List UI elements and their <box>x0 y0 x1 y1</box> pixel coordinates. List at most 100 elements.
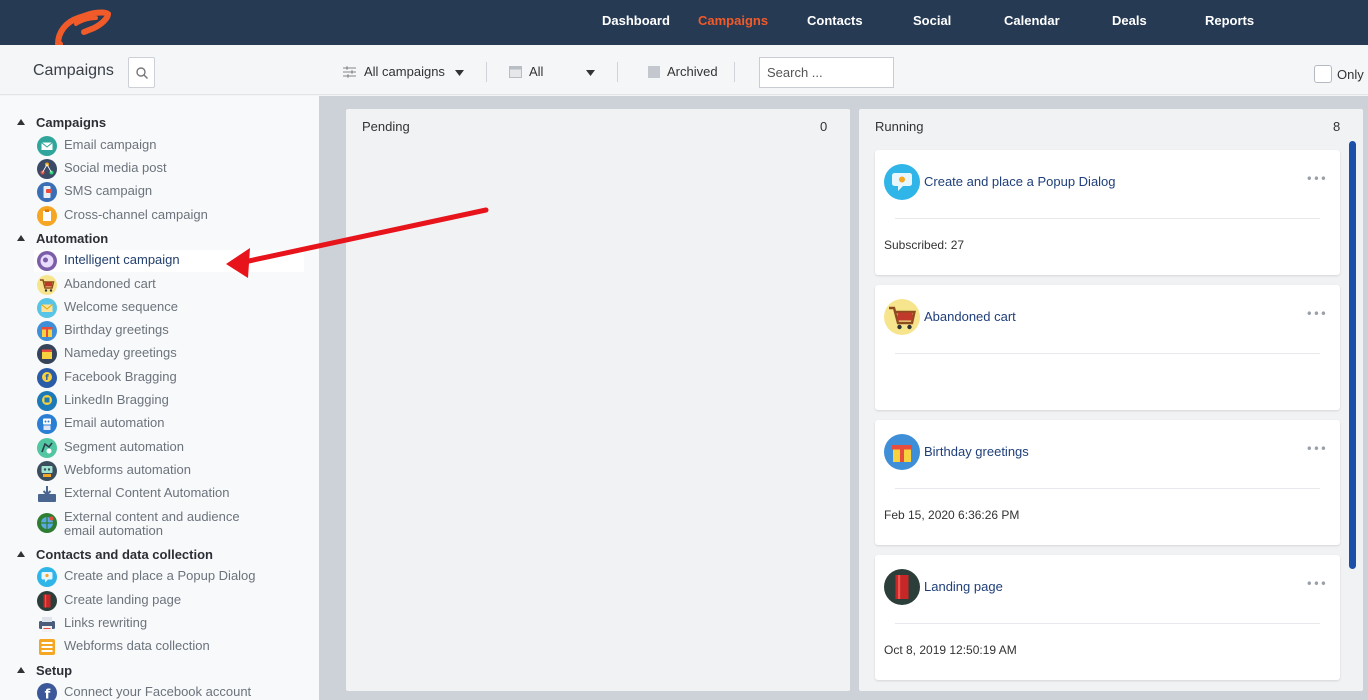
sidebar-section-automation[interactable]: Automation <box>0 230 319 250</box>
sidebar-item-intelligent-campaign[interactable]: Intelligent campaign <box>34 250 304 272</box>
printer-link-icon <box>37 614 57 634</box>
collapse-triangle-icon[interactable] <box>17 235 25 241</box>
more-options-icon[interactable]: ••• <box>1306 172 1327 186</box>
sidebar-item-sms-campaign[interactable]: SMS campaign <box>34 181 304 203</box>
filter-sliders-icon <box>343 66 356 78</box>
campaign-card-title[interactable]: Abandoned cart <box>924 309 1016 324</box>
sidebar-section-contacts-data-collection[interactable]: Contacts and data collection <box>0 546 319 566</box>
sidebar-search-button[interactable] <box>128 57 155 88</box>
card-divider <box>895 218 1320 219</box>
sidebar-item-label: Create landing page <box>64 592 182 607</box>
sidebar-item-webforms-data-collection[interactable]: Webforms data collection <box>34 636 304 658</box>
popup-dialog-icon <box>884 164 920 200</box>
campaign-card[interactable]: Create and place a Popup Dialog ••• Subs… <box>875 150 1340 275</box>
calendar-icon <box>509 66 522 78</box>
card-divider <box>895 353 1320 354</box>
sidebar-item-birthday-greetings[interactable]: Birthday greetings <box>34 320 304 342</box>
chevron-down-icon <box>586 70 595 76</box>
toolbar-divider <box>734 62 735 82</box>
sidebar-item-links-rewriting[interactable]: Links rewriting <box>34 613 304 635</box>
nav-social[interactable]: Social <box>913 13 951 28</box>
campaign-type-filter[interactable]: All campaigns <box>364 64 445 79</box>
sidebar-item-linkedin-bragging[interactable]: LinkedIn Bragging <box>34 390 304 412</box>
collapse-triangle-icon[interactable] <box>17 119 25 125</box>
sidebar-item-external-content-automation[interactable]: External Content Automation <box>34 483 304 505</box>
campaigns-toolbar: Campaigns All campaigns All Archived Onl… <box>0 45 1368 95</box>
gift-icon <box>884 434 920 470</box>
only-checkbox-label[interactable]: Only <box>1337 67 1364 82</box>
gift-icon <box>37 321 57 341</box>
nav-deals[interactable]: Deals <box>1112 13 1147 28</box>
campaign-card[interactable]: Abandoned cart ••• <box>875 285 1340 410</box>
sidebar-item-popup-dialog[interactable]: Create and place a Popup Dialog <box>34 566 304 588</box>
svg-text:f: f <box>45 688 51 700</box>
sidebar-section-campaigns[interactable]: Campaigns <box>0 114 319 134</box>
webform-icon <box>37 637 57 657</box>
campaign-search-input[interactable] <box>759 57 894 88</box>
linkedin-trophy-icon <box>37 391 57 411</box>
nav-campaigns[interactable]: Campaigns <box>698 13 768 28</box>
running-column-scrollbar[interactable] <box>1349 141 1356 569</box>
welcome-envelope-icon <box>37 298 57 318</box>
collapse-triangle-icon[interactable] <box>17 667 25 673</box>
sidebar-item-welcome-sequence[interactable]: Welcome sequence <box>34 297 304 319</box>
sidebar-item-label: Email campaign <box>64 137 157 152</box>
sidebar-item-create-landing-page[interactable]: Create landing page <box>34 590 304 612</box>
nav-dashboard[interactable]: Dashboard <box>602 13 670 28</box>
sidebar-section-label: Setup <box>36 663 73 678</box>
cross-channel-icon <box>37 206 57 226</box>
date-filter[interactable]: All <box>529 64 543 79</box>
archived-toggle-label[interactable]: Archived <box>667 64 718 79</box>
more-options-icon[interactable]: ••• <box>1306 442 1327 456</box>
sidebar-item-label: Connect your Facebook account <box>64 684 252 699</box>
campaign-card-title[interactable]: Create and place a Popup Dialog <box>924 174 1116 189</box>
sidebar-item-label: Welcome sequence <box>64 299 178 314</box>
nav-calendar[interactable]: Calendar <box>1004 13 1060 28</box>
sidebar-section-label: Automation <box>36 231 109 246</box>
rocket-logo-icon[interactable] <box>50 6 112 48</box>
nav-reports[interactable]: Reports <box>1205 13 1254 28</box>
archive-checkbox-icon[interactable] <box>648 66 660 78</box>
more-options-icon[interactable]: ••• <box>1306 307 1327 321</box>
campaign-card[interactable]: Birthday greetings ••• Feb 15, 2020 6:36… <box>875 420 1340 545</box>
sidebar-item-webforms-automation[interactable]: Webforms automation <box>34 460 304 482</box>
sidebar-item-abandoned-cart[interactable]: Abandoned cart <box>34 274 304 296</box>
search-icon <box>136 67 148 79</box>
sidebar-item-label: Email automation <box>64 415 165 430</box>
sidebar-item-facebook-bragging[interactable]: f Facebook Bragging <box>34 367 304 389</box>
sidebar-item-segment-automation[interactable]: Segment automation <box>34 437 304 459</box>
sidebar-section-setup[interactable]: Setup <box>0 662 319 682</box>
more-options-icon[interactable]: ••• <box>1306 577 1327 591</box>
only-checkbox[interactable] <box>1314 65 1332 83</box>
sidebar-item-connect-facebook[interactable]: f Connect your Facebook account <box>34 682 304 700</box>
sidebar-item-nameday-greetings[interactable]: Nameday greetings <box>34 343 304 365</box>
sidebar-item-label: External content and audience email auto… <box>64 509 240 538</box>
chevron-down-icon <box>455 70 464 76</box>
inbox-download-icon <box>37 484 57 504</box>
campaign-card[interactable]: Landing page ••• Oct 8, 2019 12:50:19 AM <box>875 555 1340 680</box>
running-column-title: Running <box>875 119 924 134</box>
collapse-triangle-icon[interactable] <box>17 551 25 557</box>
sidebar-item-external-content-audience-email-automation[interactable]: External content and audience email auto… <box>34 507 304 541</box>
sidebar-item-email-campaign[interactable]: Email campaign <box>34 135 304 157</box>
campaign-type-sidebar: Campaigns Email campaign Social media po… <box>0 96 319 700</box>
sidebar-item-label: Cross-channel campaign <box>64 207 208 222</box>
nav-contacts[interactable]: Contacts <box>807 13 863 28</box>
sidebar-item-label: Create and place a Popup Dialog <box>64 568 256 583</box>
campaign-card-title[interactable]: Landing page <box>924 579 1003 594</box>
top-navbar: Dashboard Campaigns Contacts Social Cale… <box>0 0 1368 48</box>
share-network-icon <box>37 159 57 179</box>
globe-network-icon <box>37 513 57 533</box>
sidebar-item-cross-channel-campaign[interactable]: Cross-channel campaign <box>34 205 304 227</box>
sidebar-item-email-automation[interactable]: Email automation <box>34 413 304 435</box>
campaign-card-title[interactable]: Birthday greetings <box>924 444 1029 459</box>
sidebar-item-label: SMS campaign <box>64 183 153 198</box>
sidebar-item-label: LinkedIn Bragging <box>64 392 169 407</box>
landing-page-icon <box>37 591 57 611</box>
sidebar-item-social-media-post[interactable]: Social media post <box>34 158 304 180</box>
sidebar-item-label: Nameday greetings <box>64 345 177 360</box>
phone-sms-icon <box>37 182 57 202</box>
brain-head-icon <box>37 251 57 271</box>
envelope-icon <box>37 136 57 156</box>
pending-column-title: Pending <box>362 119 410 134</box>
